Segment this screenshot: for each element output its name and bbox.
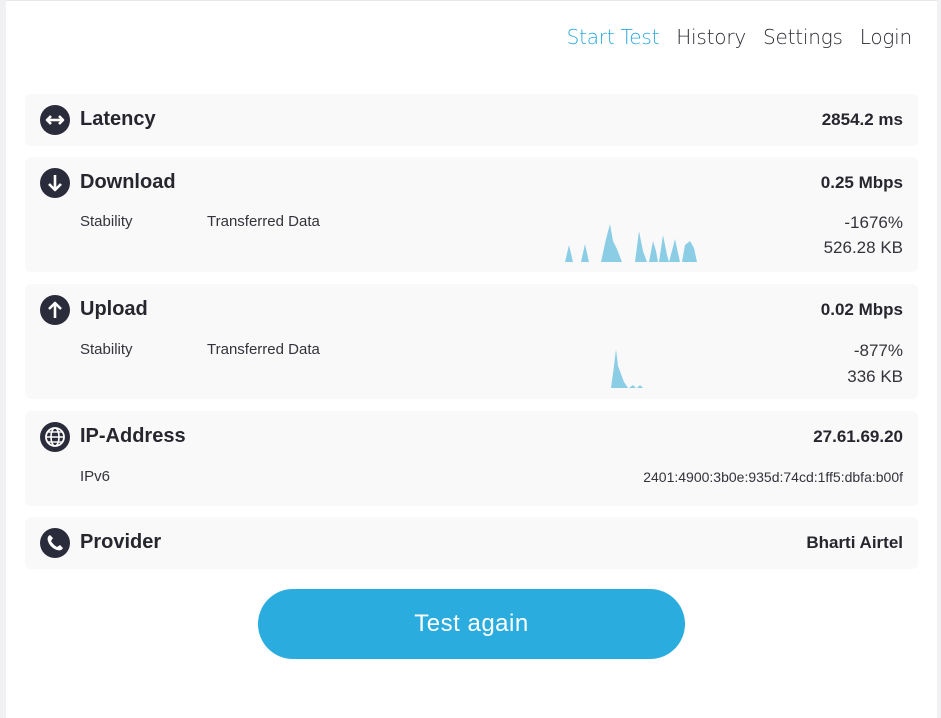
upload-value: 0.02 Mbps [820,300,903,319]
upload-card: Upload 0.02 Mbps Stability Transferred D… [25,284,918,399]
speedtest-page: Start Test History Settings Login Latenc… [6,0,937,718]
arrow-up-icon [40,295,70,325]
download-transferred-value: 526.28 KB [823,238,903,257]
globe-icon [40,422,70,452]
phone-icon [40,528,70,558]
download-transferred-label: Transferred Data [207,213,320,230]
latency-title: Latency [80,108,156,130]
upload-stability-value: -877% [853,341,903,360]
ip-address-card: IP-Address 27.61.69.20 IPv6 2401:4900:3b… [25,411,918,506]
provider-value: Bharti Airtel [806,533,903,552]
download-card: Download 0.25 Mbps Stability Transferred… [25,157,918,272]
ip-address-value: 27.61.69.20 [813,427,903,446]
arrows-left-right-icon [40,105,70,135]
arrow-down-icon [40,168,70,198]
upload-title: Upload [80,298,148,320]
test-again-button[interactable]: Test again [258,589,685,659]
ipv6-value: 2401:4900:3b0e:935d:74cd:1ff5:dbfa:b00f [643,469,903,485]
download-value: 0.25 Mbps [820,173,903,192]
upload-sparkline [611,349,643,388]
nav-login[interactable]: Login [860,25,912,49]
latency-card: Latency 2854.2 ms [25,94,918,146]
download-stability-value: -1676% [844,213,903,232]
upload-stability-label: Stability [80,341,133,358]
nav-start-test[interactable]: Start Test [567,25,660,49]
download-title: Download [80,171,176,193]
nav-settings[interactable]: Settings [763,25,843,49]
upload-transferred-value: 336 KB [847,367,903,386]
provider-title: Provider [80,531,162,553]
ip-address-title: IP-Address [80,425,186,447]
ipv6-label: IPv6 [80,468,111,485]
download-sparkline [565,224,697,262]
upload-transferred-label: Transferred Data [207,341,320,358]
provider-card: Provider Bharti Airtel [25,517,918,569]
nav-history[interactable]: History [676,25,746,49]
download-stability-label: Stability [80,213,133,230]
top-nav: Start Test History Settings Login [567,25,913,49]
latency-value: 2854.2 ms [821,110,903,129]
